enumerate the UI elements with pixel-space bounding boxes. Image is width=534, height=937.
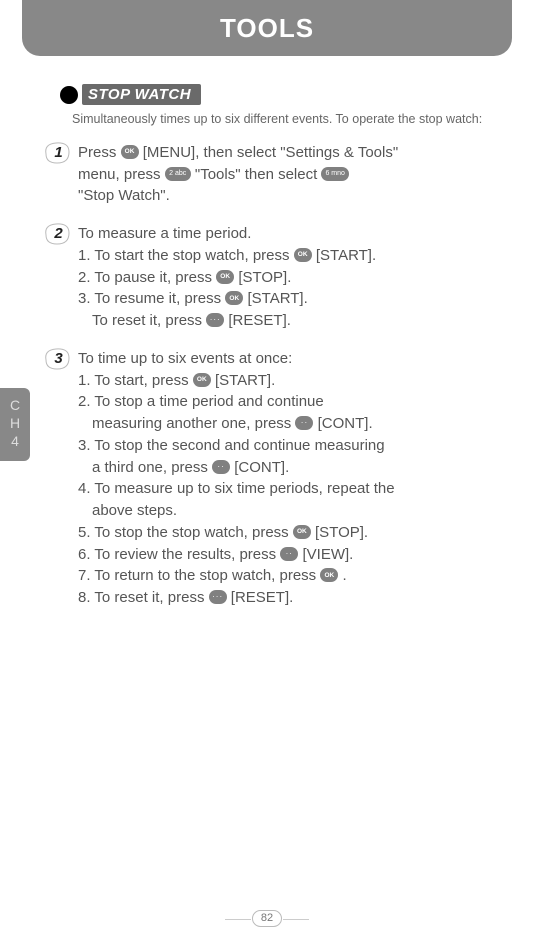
chapter-tab-line: 4 <box>0 432 30 450</box>
step-text: 5. To stop the stop watch, press OK [STO… <box>78 522 526 544</box>
step-text: To reset it, press ··· [RESET]. <box>78 310 526 332</box>
section-label: STOP WATCH <box>60 84 534 105</box>
key-2-icon: 2 abc <box>165 167 191 181</box>
chapter-tab-line: H <box>0 414 30 432</box>
header-title: TOOLS <box>220 13 314 44</box>
softkey-dots-icon: ·· <box>280 547 298 561</box>
softkey-dots-icon: ··· <box>209 590 227 604</box>
step-number: 3 <box>42 344 72 374</box>
header-bar: TOOLS <box>22 0 512 56</box>
intro-text: Simultaneously times up to six different… <box>72 111 496 128</box>
ok-icon: OK <box>225 291 243 305</box>
step-text: a third one, press ·· [CONT]. <box>78 457 526 479</box>
chapter-tab: C H 4 <box>0 388 30 461</box>
page-number-value: 82 <box>252 910 282 927</box>
ok-icon: OK <box>216 270 234 284</box>
step-text: 8. To reset it, press ··· [RESET]. <box>78 587 526 609</box>
step-text: 7. To return to the stop watch, press OK… <box>78 565 526 587</box>
step-text: To time up to six events at once: <box>78 348 526 370</box>
step-number: 1 <box>42 138 72 168</box>
step-text: 2. To pause it, press OK [STOP]. <box>78 267 526 289</box>
section-text: STOP WATCH <box>82 84 201 105</box>
ok-icon: OK <box>293 525 311 539</box>
ok-icon: OK <box>193 373 211 387</box>
step-text: 3. To resume it, press OK [START]. <box>78 288 526 310</box>
step-3: 3 To time up to six events at once: 1. T… <box>78 348 526 609</box>
step-text: 2. To stop a time period and continue <box>78 391 526 413</box>
section-bullet-icon <box>60 86 78 104</box>
ok-icon: OK <box>294 248 312 262</box>
chapter-tab-line: C <box>0 396 30 414</box>
step-number-badge: 3 <box>42 344 72 374</box>
step-text: 4. To measure up to six time periods, re… <box>78 478 526 500</box>
page-number: 82 <box>0 910 534 927</box>
step-number-badge: 2 <box>42 219 72 249</box>
step-text: 3. To stop the second and continue measu… <box>78 435 526 457</box>
step-text: above steps. <box>78 500 526 522</box>
step-number-badge: 1 <box>42 138 72 168</box>
step-text: Press OK [MENU], then select "Settings &… <box>78 142 526 164</box>
steps-list: 1 Press OK [MENU], then select "Settings… <box>78 142 526 609</box>
step-number: 2 <box>42 219 72 249</box>
step-2: 2 To measure a time period. 1. To start … <box>78 223 526 332</box>
softkey-dots-icon: ·· <box>212 460 230 474</box>
step-text: measuring another one, press ·· [CONT]. <box>78 413 526 435</box>
softkey-dots-icon: ··· <box>206 313 224 327</box>
key-6-icon: 6 mno <box>321 167 348 181</box>
step-text: "Stop Watch". <box>78 185 526 207</box>
step-text: To measure a time period. <box>78 223 526 245</box>
ok-icon: OK <box>320 568 338 582</box>
step-1: 1 Press OK [MENU], then select "Settings… <box>78 142 526 207</box>
step-text: menu, press 2 abc "Tools" then select 6 … <box>78 164 526 186</box>
step-text: 6. To review the results, press ·· [VIEW… <box>78 544 526 566</box>
softkey-dots-icon: ·· <box>295 416 313 430</box>
page: TOOLS STOP WATCH Simultaneously times up… <box>0 0 534 937</box>
step-text: 1. To start, press OK [START]. <box>78 370 526 392</box>
step-text: 1. To start the stop watch, press OK [ST… <box>78 245 526 267</box>
ok-icon: OK <box>121 145 139 159</box>
